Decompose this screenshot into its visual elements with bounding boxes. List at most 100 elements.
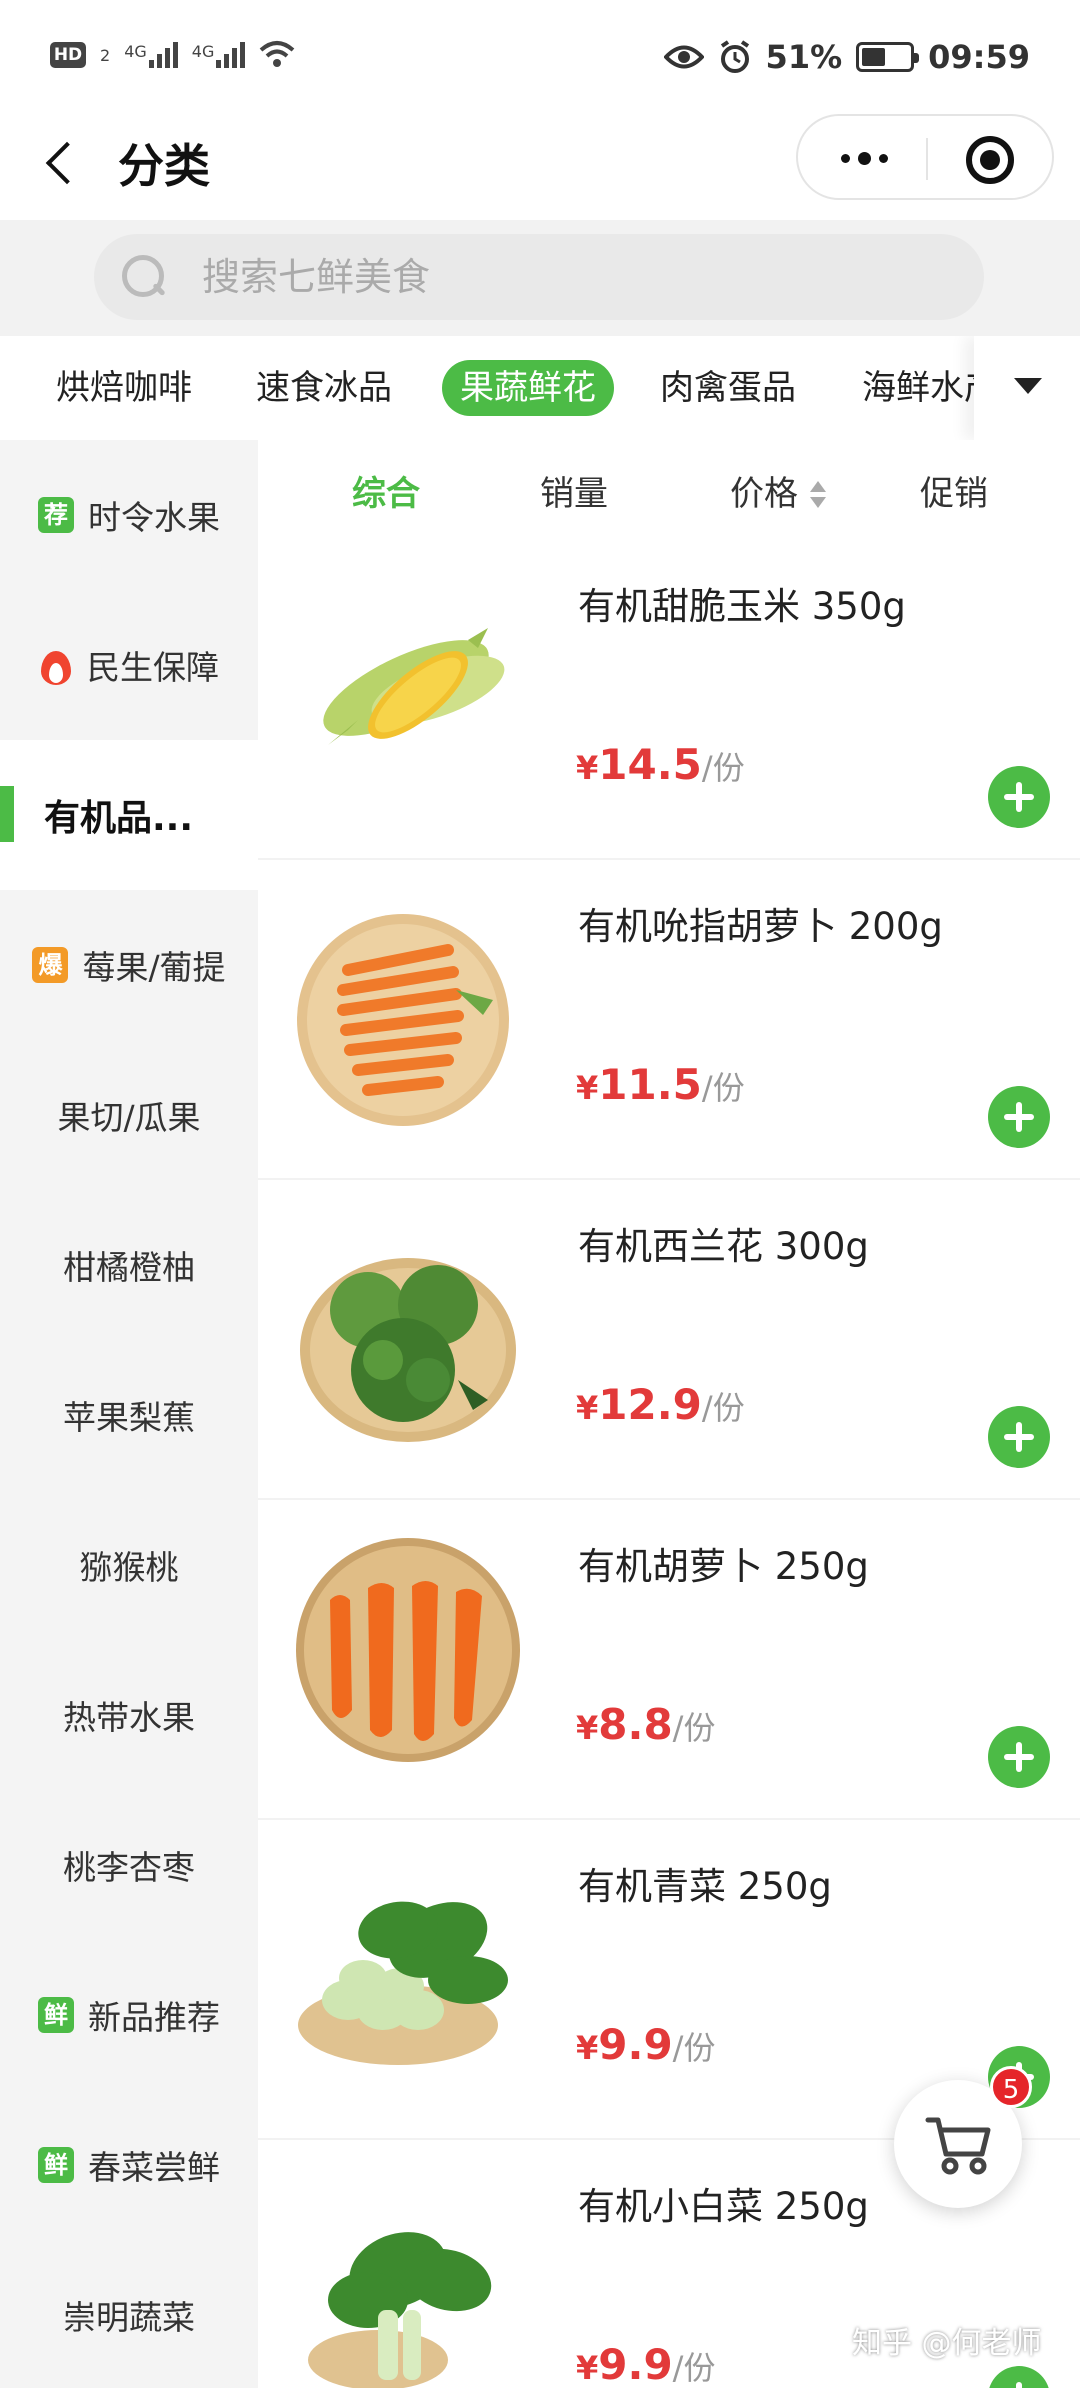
add-to-cart-button[interactable] xyxy=(988,1726,1050,1788)
cart-button[interactable]: 5 xyxy=(894,2066,1032,2208)
sidebar-item-stone-fruit[interactable]: 桃李杏枣 xyxy=(0,1790,258,1940)
price-value: 9.9 xyxy=(598,2020,673,2069)
search-area xyxy=(0,220,1080,336)
product-name: 有机胡萝卜 250g xyxy=(578,1545,869,1588)
price-unit: /份 xyxy=(672,1709,716,1747)
product-name: 有机小白菜 250g xyxy=(578,2185,869,2228)
sidebar-item-label: 莓果/葡提 xyxy=(82,948,226,987)
hot-tag: 爆 xyxy=(32,947,69,983)
sort-arrows-icon xyxy=(808,480,826,511)
sort-sales[interactable]: 销量 xyxy=(540,466,608,515)
sidebar-item-label: 崇明蔬菜 xyxy=(63,2298,195,2337)
price-unit: /份 xyxy=(701,1389,745,1427)
product-price: ¥9.9/份 xyxy=(576,2020,715,2069)
sidebar-item-organic[interactable]: 有机品... xyxy=(0,740,258,890)
tab-instant-frozen[interactable]: 速食冰品 xyxy=(256,360,392,416)
sidebar-item-label: 有机品... xyxy=(44,798,194,839)
product-price: ¥12.9/份 xyxy=(576,1380,745,1429)
search-box[interactable] xyxy=(94,234,984,320)
sidebar-item-chongming[interactable]: 崇明蔬菜 xyxy=(0,2240,258,2388)
currency: ¥ xyxy=(576,1709,599,1747)
category-tabs: 烘焙咖啡 速食冰品 果蔬鲜花 肉禽蛋品 海鲜水产 xyxy=(0,336,1080,440)
eye-icon xyxy=(663,45,704,69)
sidebar-item-seasonal-fruit[interactable]: 荐 时令水果 xyxy=(0,440,258,590)
more-button[interactable] xyxy=(816,130,912,186)
sort-price[interactable]: 价格 xyxy=(730,466,826,515)
sidebar-item-label: 果切/瓜果 xyxy=(57,1098,201,1137)
search-icon xyxy=(122,255,166,299)
product-card[interactable]: 有机吮指胡萝卜 200g ¥11.5/份 xyxy=(258,860,1080,1180)
corn-image xyxy=(323,628,505,745)
sidebar-item-apple-pear[interactable]: 苹果梨蕉 xyxy=(0,1340,258,1490)
sort-bar: 综合 销量 价格 促销 xyxy=(258,440,1080,540)
signal-2: 4G xyxy=(192,42,246,68)
battery-fill xyxy=(862,48,886,66)
fresh-tag: 鲜 xyxy=(38,2147,74,2183)
sidebar-item-berries[interactable]: 爆 莓果/葡提 xyxy=(0,890,258,1040)
sidebar-item-label: 民生保障 xyxy=(87,648,219,687)
sidebar-item-spring-veg[interactable]: 鲜 春菜尝鲜 xyxy=(0,2090,258,2240)
battery-percent: 51% xyxy=(765,38,843,76)
product-card[interactable]: 有机胡萝卜 250g ¥8.8/份 xyxy=(258,1500,1080,1820)
signal-1: 4G xyxy=(124,42,178,68)
status-left: HD 2 4G 4G xyxy=(50,40,295,70)
sidebar-item-citrus[interactable]: 柑橘橙柚 xyxy=(0,1190,258,1340)
currency: ¥ xyxy=(576,1069,599,1107)
sidebar-item-new[interactable]: 鲜 新品推荐 xyxy=(0,1940,258,2090)
add-to-cart-button[interactable] xyxy=(988,1086,1050,1148)
cabbage-image xyxy=(308,2232,492,2388)
add-to-cart-button[interactable] xyxy=(988,2366,1050,2388)
status-bar: HD 2 4G 4G 51% 09:59 xyxy=(0,0,1080,110)
sidebar-item-label: 热带水果 xyxy=(63,1698,195,1737)
product-card[interactable]: 有机西兰花 300g ¥12.9/份 xyxy=(258,1180,1080,1500)
price-unit: /份 xyxy=(701,1069,745,1107)
sort-composite[interactable]: 综合 xyxy=(352,466,420,515)
capsule-divider xyxy=(926,138,928,180)
cart-count-badge: 5 xyxy=(990,2066,1032,2108)
battery-icon xyxy=(856,42,920,72)
fresh-tag: 鲜 xyxy=(38,1997,74,2033)
product-name: 有机甜脆玉米 350g xyxy=(578,585,906,628)
sidebar-item-tropical[interactable]: 热带水果 xyxy=(0,1640,258,1790)
sidebar-item-label: 桃李杏枣 xyxy=(63,1848,195,1887)
price-value: 12.9 xyxy=(598,1380,702,1429)
add-to-cart-button[interactable] xyxy=(988,1406,1050,1468)
network-label-2: 4G xyxy=(191,42,215,61)
product-price: ¥11.5/份 xyxy=(576,1060,745,1109)
watermark: 知乎 @何老师 xyxy=(852,2326,1042,2361)
product-price: ¥8.8/份 xyxy=(576,1700,715,1749)
price-unit: /份 xyxy=(701,749,745,787)
clock: 09:59 xyxy=(928,38,1030,76)
sidebar-item-label: 柑橘橙柚 xyxy=(63,1248,195,1287)
signal-icon xyxy=(148,42,178,68)
expand-categories-button[interactable] xyxy=(974,336,1080,440)
miniprogram-capsule xyxy=(796,114,1054,200)
sidebar-item-label: 猕猴桃 xyxy=(79,1548,179,1587)
product-card[interactable]: 有机甜脆玉米 350g ¥14.5/份 xyxy=(258,540,1080,860)
sidebar-item-kiwi[interactable]: 猕猴桃 xyxy=(0,1490,258,1640)
product-price: ¥9.9/份 xyxy=(576,2340,715,2388)
back-button[interactable] xyxy=(38,136,88,192)
currency: ¥ xyxy=(576,749,599,787)
price-unit: /份 xyxy=(672,2029,716,2067)
sidebar-item-label: 春菜尝鲜 xyxy=(88,2148,220,2187)
cart-icon xyxy=(925,2117,991,2175)
alarm-icon xyxy=(720,40,749,73)
product-name: 有机吮指胡萝卜 200g xyxy=(578,905,943,948)
sort-price-label: 价格 xyxy=(730,474,798,514)
sidebar-item-livelihood[interactable]: 民生保障 xyxy=(0,590,258,740)
sidebar-item-cut-fruit[interactable]: 果切/瓜果 xyxy=(0,1040,258,1190)
baby-carrot-image xyxy=(297,914,509,1126)
tab-meat-eggs[interactable]: 肉禽蛋品 xyxy=(660,360,796,416)
search-input[interactable] xyxy=(202,234,942,320)
network-label-1: 4G xyxy=(124,42,147,61)
close-miniprogram-button[interactable] xyxy=(966,136,1014,184)
add-to-cart-button[interactable] xyxy=(988,766,1050,828)
tab-fruit-veg-flowers[interactable]: 果蔬鲜花 xyxy=(442,360,614,416)
currency: ¥ xyxy=(576,1389,599,1427)
tab-baking-coffee[interactable]: 烘焙咖啡 xyxy=(56,360,192,416)
currency: ¥ xyxy=(576,2349,599,2387)
sort-promo[interactable]: 促销 xyxy=(920,466,988,515)
product-name: 有机青菜 250g xyxy=(578,1865,832,1908)
bok-choy-image xyxy=(298,1901,508,2065)
